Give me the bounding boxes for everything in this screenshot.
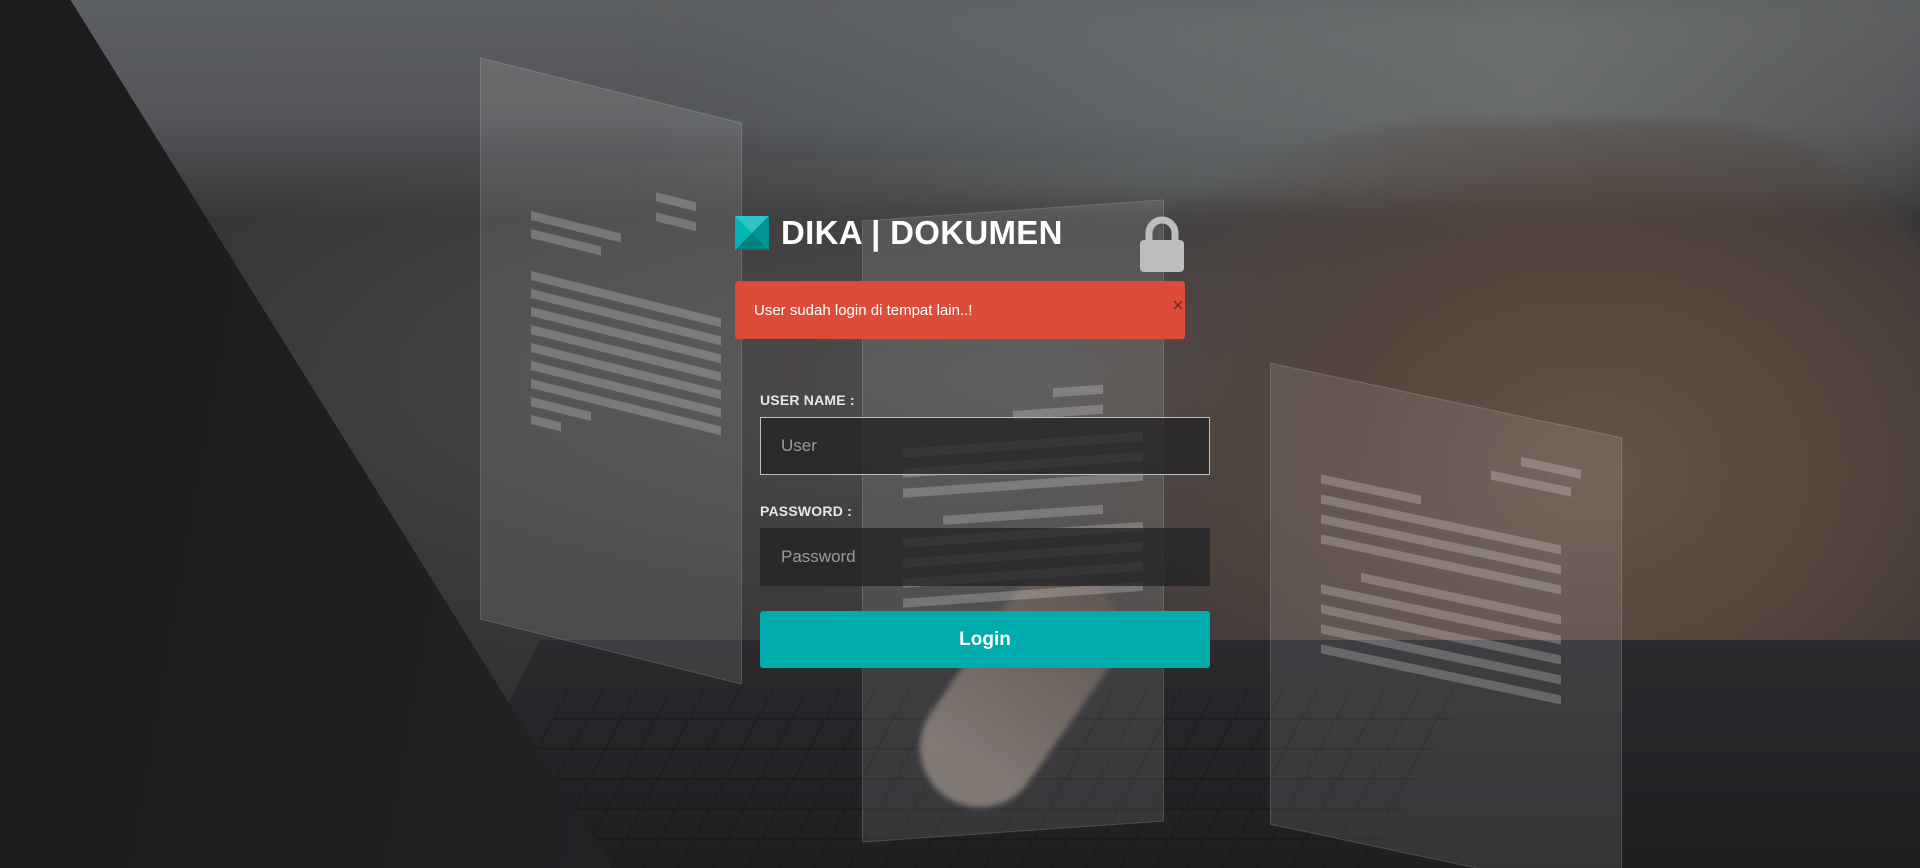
login-button[interactable]: Login (760, 611, 1210, 668)
username-input[interactable] (760, 417, 1210, 475)
decor-document-left (480, 57, 742, 685)
decor-document-right (1270, 362, 1622, 868)
error-alert: User sudah login di tempat lain..! × (735, 281, 1185, 339)
lock-icon (1138, 216, 1186, 274)
login-page: DIKA | DOKUMEN User sudah login di tempa… (0, 0, 1920, 868)
alert-message: User sudah login di tempat lain..! (754, 301, 973, 319)
password-label: PASSWORD : (760, 503, 852, 519)
app-title: DIKA | DOKUMEN (781, 214, 1063, 251)
close-icon[interactable]: × (1167, 295, 1189, 317)
username-label: USER NAME : (760, 392, 855, 408)
brand-header: DIKA | DOKUMEN (735, 214, 1063, 252)
password-input[interactable] (760, 528, 1210, 586)
diamond-logo-icon (735, 216, 769, 250)
